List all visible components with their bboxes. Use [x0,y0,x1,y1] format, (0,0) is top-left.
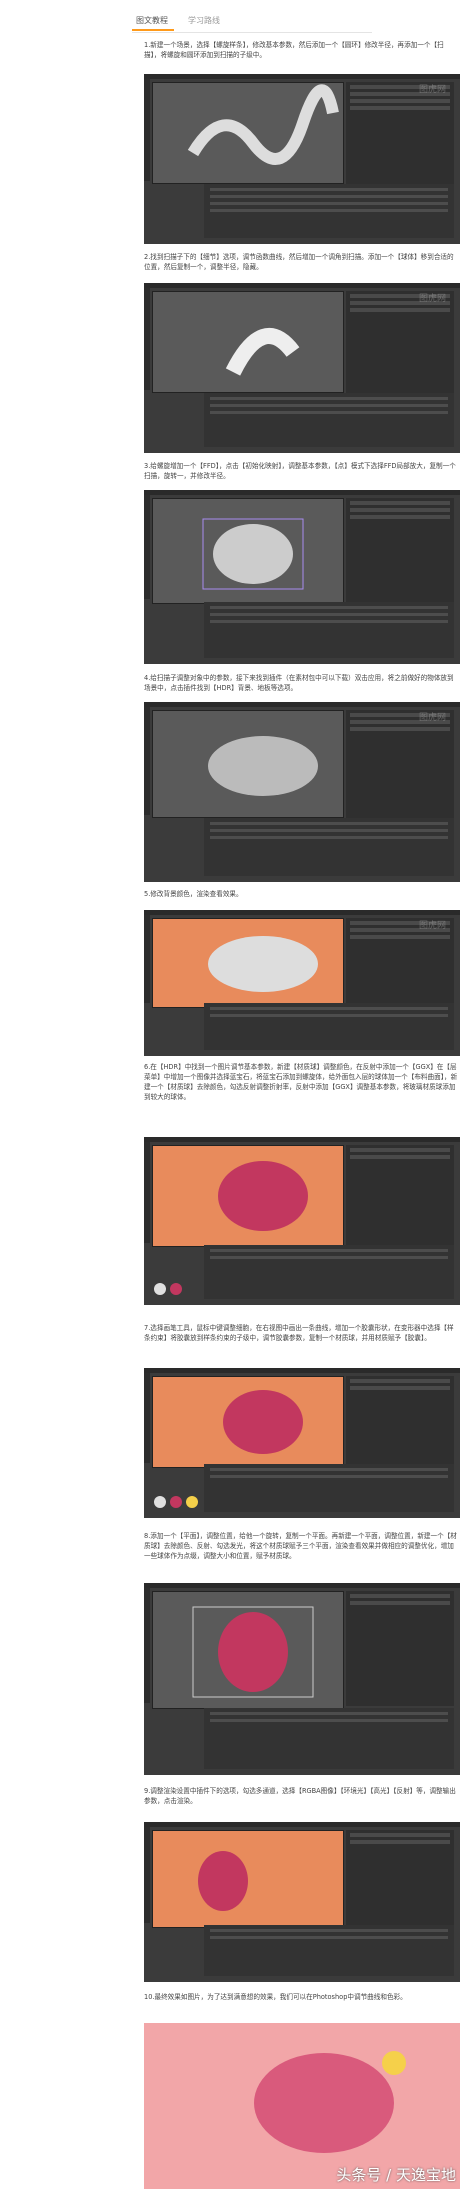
tab-bar: 图文教程 学习路线 [132,12,372,33]
watermark: 图虎网 [418,294,446,304]
step-9-text: 9.调整渲染设置中插件下的选项，勾选多通道，选择【RGBA图像】【环境光】【高光… [144,1787,456,1805]
step-3-text: 3.给螺旋增加一个【FFD】，点击【初始化映射】，调整基本参数，【点】模式下选择… [144,462,456,480]
tab-learning-path[interactable]: 学习路线 [188,15,220,26]
c4d-screenshot-3 [144,490,460,664]
watermark: 图虎网 [418,921,446,931]
watermark: 图虎网 [418,85,446,95]
step-10-text: 10.最终效果如图片，为了达到满意想的效果，我们可以在Photoshop中调节曲… [144,1993,407,2001]
c4d-screenshot-9 [144,1822,460,1982]
tab-tutorial[interactable]: 图文教程 [136,15,168,26]
step-5-text: 5.修改背景颜色，渲染查看效果。 [144,890,243,898]
step-7-text: 7.选择画笔工具，鼠标中键调整细胞，在右视图中画出一条曲线，增加一个胶囊形状，在… [144,1324,454,1342]
step-6-text: 6.在【HDR】中找到一个图片调节基本参数，新建【材质球】调整颜色，在反射中添加… [144,1063,458,1101]
c4d-screenshot-6 [144,1137,460,1305]
watermark: 图虎网 [418,713,446,723]
active-tab-indicator [132,29,174,31]
c4d-screenshot-7 [144,1368,460,1518]
c4d-screenshot-4: 图虎网 [144,702,460,882]
c4d-screenshot-2: 图虎网 [144,283,460,453]
step-8-text: 8.添加一个【平面】，调整位置，给他一个旋转，复制一个平面。再新建一个平面，调整… [144,1532,457,1560]
step-2-text: 2.找到扫描子下的【细节】选项，调节函数曲线，然后增加一个调角到扫描。添加一个【… [144,253,454,271]
step-4-text: 4.给扫描子调整对象中的参数，接下来找到插件（在素材包中可以下载）双击应用，将之… [144,674,454,692]
c4d-screenshot-1: 图虎网 [144,74,460,244]
3d-viewport [152,82,344,184]
c4d-screenshot-8 [144,1583,460,1775]
step-1-text: 1.新建一个场景，选择【螺旋样条】，修改基本参数，然后添加一个【圆环】修改半径，… [144,41,444,59]
footer-credit: 头条号 / 天逸宝地 [336,2166,456,2184]
c4d-screenshot-5: 图虎网 [144,910,460,1056]
